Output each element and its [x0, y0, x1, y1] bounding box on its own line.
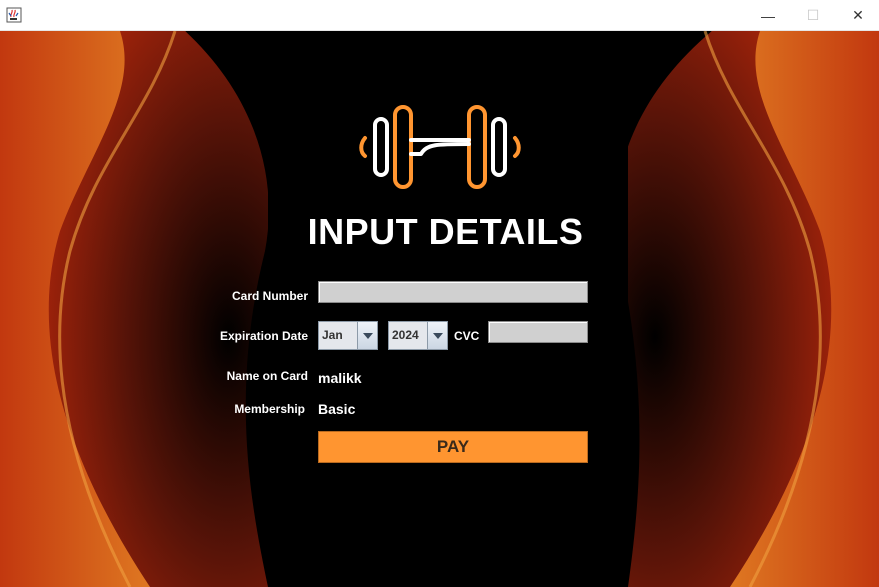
page-title: INPUT DETAILS	[307, 211, 584, 252]
month-select-value: Jan	[322, 328, 343, 342]
title-bar: — ☐ ✕	[0, 0, 879, 31]
cvc-label: CVC	[454, 329, 480, 343]
month-select[interactable]: Jan	[318, 321, 378, 350]
membership-value: Basic	[318, 401, 356, 417]
dumbbell-icon	[359, 105, 521, 189]
membership-label: Membership	[234, 402, 305, 416]
maximize-button[interactable]: ☐	[790, 0, 836, 31]
cvc-input[interactable]	[488, 321, 588, 343]
minimize-button[interactable]: —	[745, 0, 791, 31]
chevron-down-icon[interactable]	[357, 322, 377, 349]
payment-panel: INPUT DETAILS Card Number Expiration Dat…	[0, 31, 879, 587]
close-button[interactable]: ✕	[835, 0, 879, 31]
name-on-card-value: malikk	[318, 370, 362, 386]
card-number-label: Card Number	[231, 289, 308, 303]
pay-button[interactable]: PAY	[318, 431, 588, 463]
java-cup-icon	[6, 7, 22, 23]
chevron-down-icon[interactable]	[427, 322, 447, 349]
year-select-value: 2024	[392, 328, 419, 342]
year-select[interactable]: 2024	[388, 321, 448, 350]
name-on-card-label: Name on Card	[226, 369, 308, 383]
card-number-input[interactable]	[318, 281, 588, 303]
expiration-date-label: Expiration Date	[219, 329, 308, 343]
